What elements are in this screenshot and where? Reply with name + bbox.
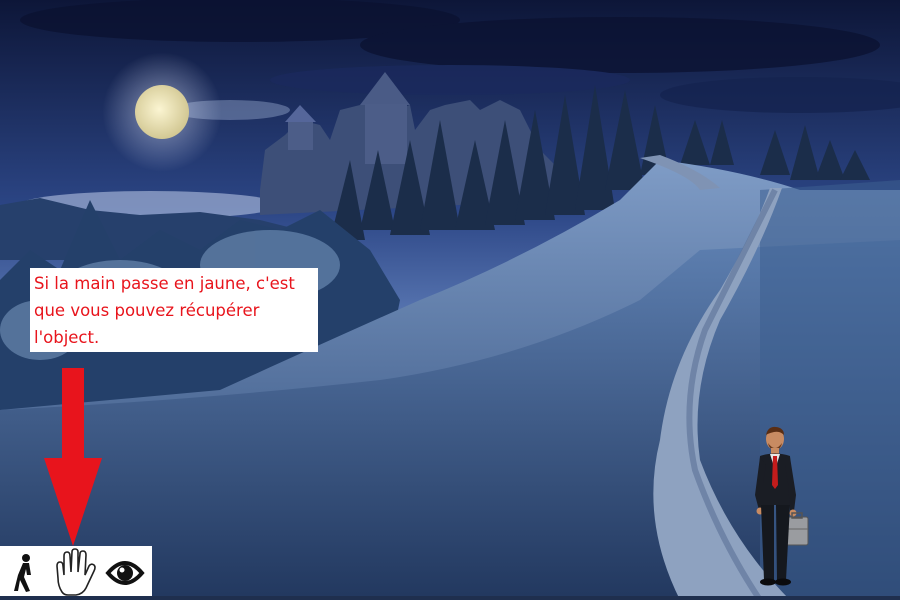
hand-icon xyxy=(56,548,96,596)
moon xyxy=(135,85,189,139)
bottom-border xyxy=(0,596,900,600)
look-button[interactable] xyxy=(100,546,150,600)
red-down-arrow xyxy=(44,368,102,546)
hint-text-box: Si la main passe en jaune, c'est que vou… xyxy=(30,268,318,352)
take-button[interactable] xyxy=(50,546,100,600)
walk-icon xyxy=(14,554,31,592)
action-toolbar xyxy=(0,546,152,600)
businessman-character[interactable] xyxy=(750,425,810,590)
walk-button[interactable] xyxy=(0,546,50,600)
eye-icon xyxy=(105,561,145,585)
hint-text: Si la main passe en jaune, c'est que vou… xyxy=(34,274,295,347)
